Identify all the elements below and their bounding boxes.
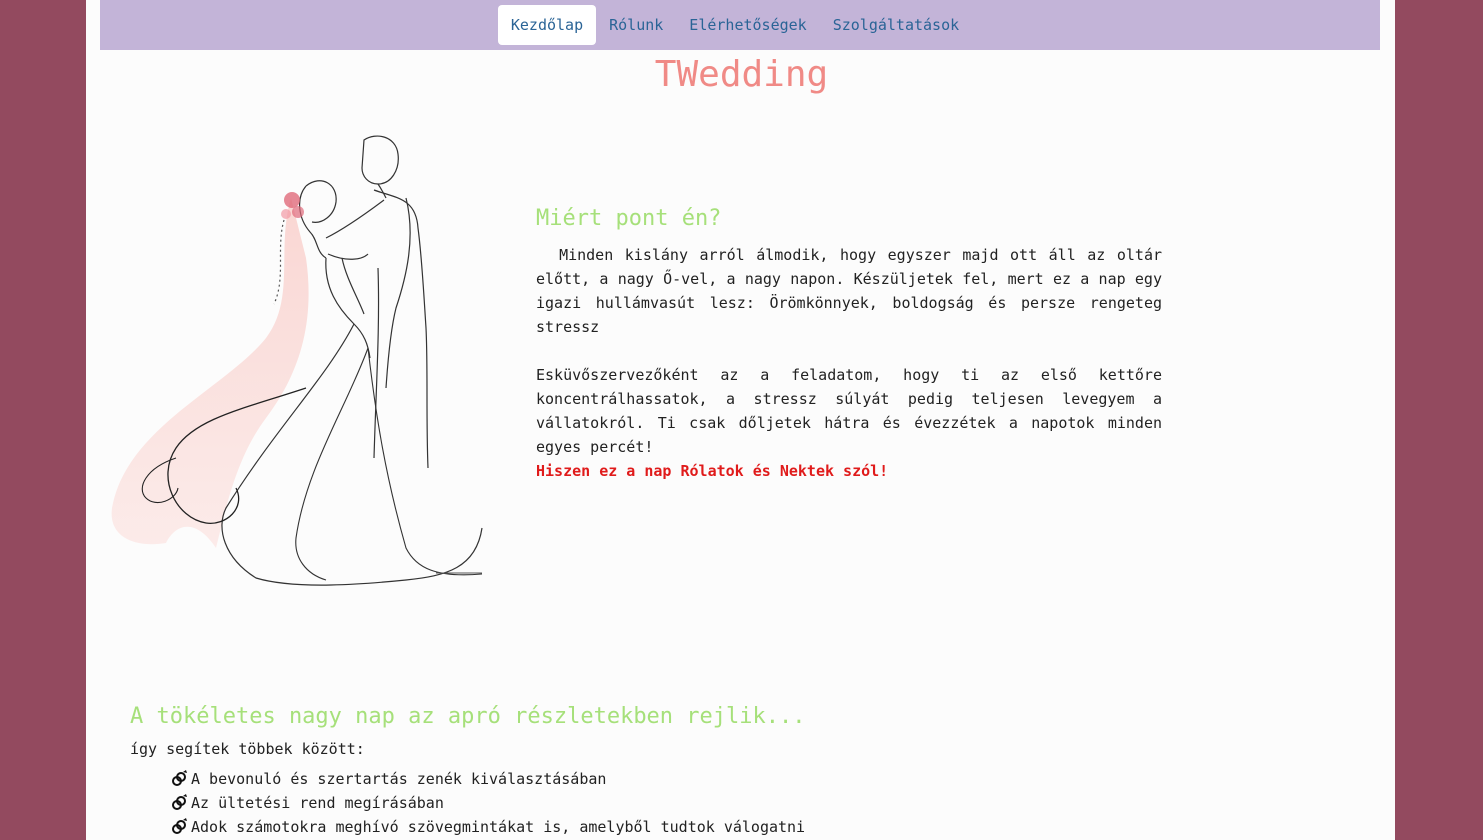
details-subheading: így segítek többek között: xyxy=(130,740,365,758)
list-item-label: Adok számotokra meghívó szövegmintákat i… xyxy=(191,818,806,836)
intro-heading: Miért pont én? xyxy=(536,206,722,231)
intro-highlight: Hiszen ez a nap Rólatok és Nektek szól! xyxy=(536,462,889,480)
nav-item-services[interactable]: Szolgáltatások xyxy=(820,5,972,45)
nav-item-about[interactable]: Rólunk xyxy=(596,5,676,45)
intro-section: Miért pont én? Minden kislány arról álmo… xyxy=(536,206,1162,483)
services-list: A bevonuló és szertartás zenék kiválaszt… xyxy=(130,767,1330,839)
wedding-rings-icon xyxy=(172,770,187,786)
list-item-label: Az ültetési rend megírásában xyxy=(191,794,444,812)
details-heading: A tökéletes nagy nap az apró részletekbe… xyxy=(130,704,806,729)
details-section: A tökéletes nagy nap az apró részletekbe… xyxy=(130,704,1330,839)
nav-item-contact[interactable]: Elérhetőségek xyxy=(676,5,819,45)
top-navbar: Kezdőlap Rólunk Elérhetőségek Szolgáltat… xyxy=(100,0,1380,50)
wedding-rings-icon xyxy=(172,818,187,834)
list-item: A bevonuló és szertartás zenék kiválaszt… xyxy=(170,767,1330,791)
site-title: TWedding xyxy=(654,54,829,95)
wedding-couple-illustration xyxy=(111,135,483,586)
nav-list: Kezdőlap Rólunk Elérhetőségek Szolgáltat… xyxy=(497,5,972,45)
intro-paragraph-2: Esküvőszervezőként az a feladatom, hogy … xyxy=(536,366,1162,456)
list-item-label: A bevonuló és szertartás zenék kiválaszt… xyxy=(191,770,607,788)
list-item: Az ültetési rend megírásában xyxy=(170,791,1330,815)
intro-paragraph-1: Minden kislány arról álmodik, hogy egysz… xyxy=(536,246,1163,336)
nav-item-home[interactable]: Kezdőlap xyxy=(497,5,597,45)
list-item: Adok számotokra meghívó szövegmintákat i… xyxy=(170,815,1330,839)
wedding-rings-icon xyxy=(172,794,187,810)
